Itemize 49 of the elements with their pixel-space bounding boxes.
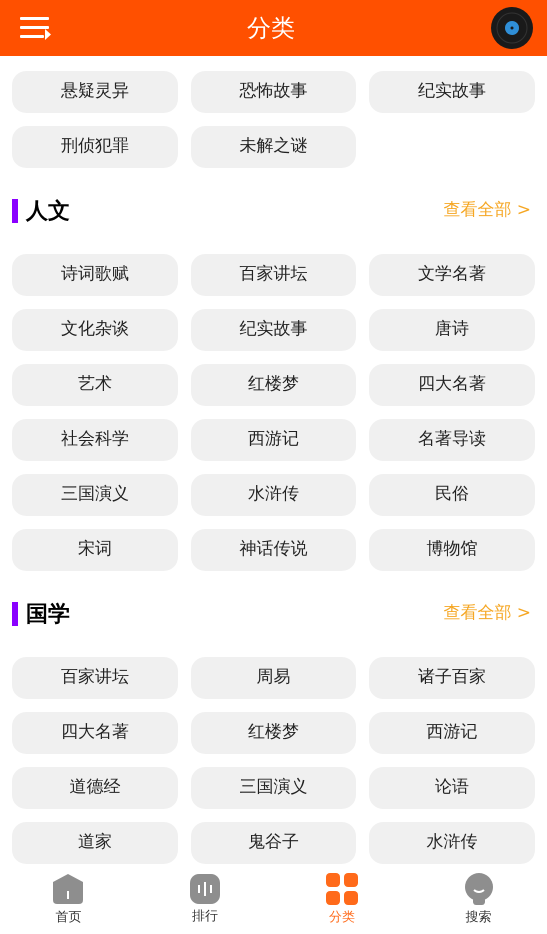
tab-bar-item[interactable]: 排行 [136,866,274,934]
category-chip[interactable]: 道家 [12,822,178,864]
sound-bars-icon [190,874,220,904]
category-chip[interactable]: 名著导读 [369,419,535,461]
accent-bar [12,602,18,626]
category-chip[interactable]: 社会科学 [12,419,178,461]
category-chip[interactable]: 博物馆 [369,529,535,571]
page-title: 分类 [247,13,295,44]
tab-bar-item[interactable]: 首页 [0,866,137,934]
category-chip[interactable]: 未解之谜 [190,126,356,168]
category-chip[interactable]: 神话传说 [190,529,356,571]
category-chip[interactable]: 刑侦犯罪 [12,126,178,168]
menu-icon[interactable] [20,16,51,40]
category-chip[interactable]: 红楼梦 [190,364,356,406]
category-chip[interactable]: 水浒传 [369,822,535,864]
category-chip[interactable]: 唐诗 [369,309,535,351]
vinyl-record-icon[interactable] [491,7,533,49]
category-chip[interactable]: 悬疑灵异 [12,71,178,113]
accent-bar [12,199,18,223]
category-chip[interactable]: 诸子百家 [369,657,535,699]
category-chip[interactable]: 鬼谷子 [190,822,356,864]
category-chip[interactable]: 纪实故事 [190,309,356,351]
category-chip[interactable]: 道德经 [12,767,178,809]
category-chip[interactable]: 四大名著 [12,712,178,754]
category-chip[interactable]: 文学名著 [369,254,535,296]
category-chip[interactable]: 恐怖故事 [190,71,356,113]
category-chip[interactable]: 文化杂谈 [12,309,178,351]
section-title: 人文 [26,198,70,226]
category-chip[interactable]: 民俗 [369,474,535,516]
category-chip[interactable]: 论语 [369,767,535,809]
category-chip[interactable]: 红楼梦 [190,712,356,754]
category-chip[interactable]: 百家讲坛 [12,657,178,699]
category-chip[interactable]: 百家讲坛 [190,254,356,296]
category-chip[interactable]: 周易 [190,657,356,699]
section-title: 国学 [26,600,70,628]
bulb-face-icon [464,872,494,905]
category-chip[interactable]: 四大名著 [369,364,535,406]
tab-bar-item[interactable]: 搜索 [410,866,547,934]
category-chip[interactable]: 西游记 [190,419,356,461]
category-chip[interactable]: 西游记 [369,712,535,754]
house-icon [52,872,84,905]
grid-icon [326,872,358,905]
category-chip[interactable]: 三国演义 [190,767,356,809]
category-chip[interactable]: 宋词 [12,529,178,571]
category-chip[interactable]: 诗词歌赋 [12,254,178,296]
category-chip[interactable]: 艺术 [12,364,178,406]
category-chip[interactable]: 三国演义 [12,474,178,516]
category-chip[interactable]: 水浒传 [190,474,356,516]
category-chip[interactable]: 纪实故事 [369,71,535,113]
